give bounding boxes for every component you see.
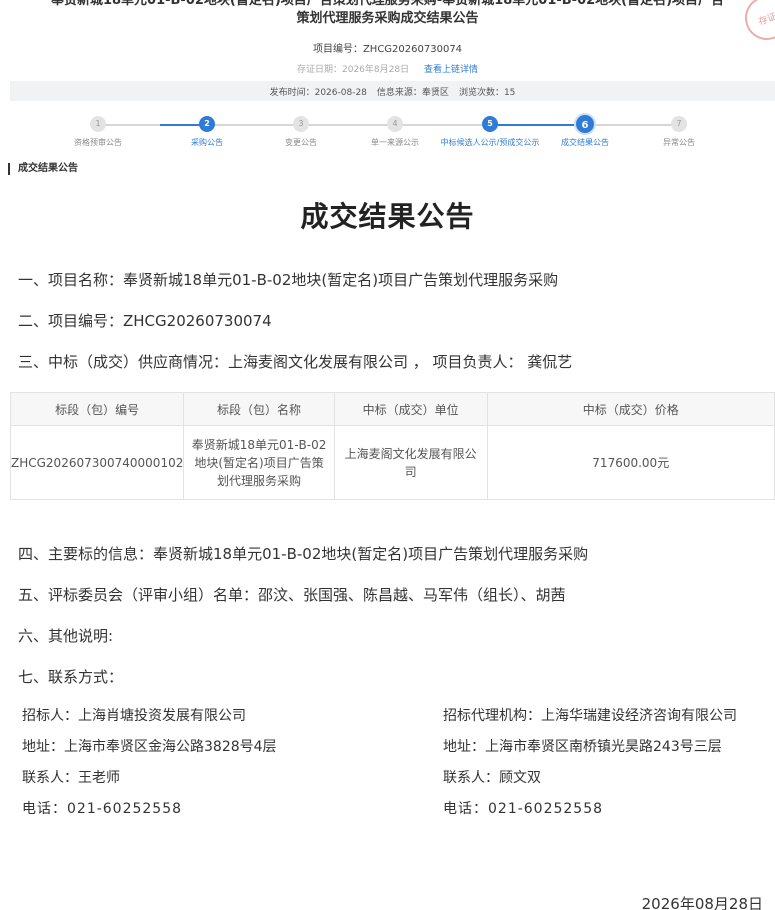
step-single-source[interactable]: 4 单一来源公示 (345, 114, 445, 148)
agency-address: 地址：上海市奉贤区南桥镇光昊路243号三层 (443, 739, 722, 755)
item-contact: 七、联系方式： (18, 668, 124, 686)
info-bar: 发布时间：2026-08-28 信息来源：奉贤区 浏览次数：15 (10, 81, 775, 101)
agency-name: 招标代理机构：上海华瑞建设经济咨询有限公司 (443, 708, 737, 724)
tenderer-phone: 电话：021-60252558 (22, 801, 183, 817)
evidence-row: 存证日期：2026年8月28日 查看上链详情 (0, 62, 775, 75)
step-candidate[interactable]: 5 中标候选人公示/预成交公示 (440, 114, 540, 148)
tenderer-person: 联系人：王老师 (22, 770, 120, 786)
tenderer-name: 招标人：上海肖塘投资发展有限公司 (22, 708, 246, 724)
notice-title-line2: 策划代理服务采购成交结果公告 (296, 11, 479, 26)
item-main-subject: 四、主要标的信息：奉贤新城18单元01-B-02地块(暂定名)项目广告策划代理服… (18, 545, 589, 563)
table-cell: 717600.00元 (486, 425, 775, 500)
notice-title-line1: 奉贤新城18单元01-B-02地块(暂定名)项目广告策划代理服务采购-奉贤新城1… (50, 0, 725, 8)
agency-phone: 电话：021-60252558 (443, 801, 604, 817)
doc-title: 成交结果公告 (300, 200, 475, 233)
item-supplier: 三、中标（成交）供应商情况：上海麦阁文化发展有限公司 ， 项目负责人： 龚侃艺 (18, 353, 573, 371)
step-exception[interactable]: 7 异常公告 (629, 114, 729, 148)
step-result[interactable]: 6 成交结果公告 (535, 113, 635, 148)
section-label: 成交结果公告 (8, 163, 78, 175)
project-code: 项目编号：ZHCG20260730074 (312, 44, 463, 55)
step-prequal[interactable]: 1 资格预审公告 (48, 114, 148, 148)
notice-date: 2026年08月28日 (641, 895, 763, 910)
item-project-name: 一、项目名称：奉贤新城18单元01-B-02地块(暂定名)项目广告策划代理服务采… (18, 271, 559, 289)
table-header: 标段（包）名称 (183, 392, 335, 426)
table-header: 中标（成交）价格 (486, 392, 775, 426)
step-change[interactable]: 3 变更公告 (251, 114, 351, 148)
progress-steps: 1 资格预审公告 2 采购公告 3 变更公告 4 单一来源公示 5 中标候选人公… (48, 113, 730, 164)
result-table: 标段（包）编号 标段（包）名称 中标（成交）单位 中标（成交）价格 ZHCG20… (9, 392, 775, 500)
table-header-row: 标段（包）编号 标段（包）名称 中标（成交）单位 中标（成交）价格 (9, 392, 775, 426)
table-row: ZHCG202607300740000102 奉贤新城18单元01-B-02地块… (9, 425, 775, 500)
tenderer-address: 地址：上海市奉贤区金海公路3828号4层 (22, 739, 277, 755)
table-header: 标段（包）编号 (9, 392, 185, 426)
table-cell: 奉贤新城18单元01-B-02地块(暂定名)项目广告策划代理服务采购 (183, 425, 335, 500)
item-committee: 五、评标委员会（评审小组）名单：邵汶、张国强、陈昌越、马军伟（组长）、胡茜 (18, 586, 566, 604)
item-other: 六、其他说明: (18, 627, 114, 645)
evidence-date: 存证日期：2026年8月28日 (297, 65, 410, 75)
agency-person: 联系人：顾文双 (443, 770, 541, 786)
agency-contact: 招标代理机构：上海华瑞建设经济咨询有限公司 地址：上海市奉贤区南桥镇光昊路243… (437, 705, 773, 820)
step-procurement[interactable]: 2 采购公告 (157, 114, 257, 148)
table-cell: ZHCG202607300740000102 (9, 425, 185, 500)
view-count: 浏览次数：15 (458, 87, 516, 98)
item-project-code: 二、项目编号：ZHCG20260730074 (18, 312, 272, 330)
publish-time: 发布时间：2026-08-28 (269, 87, 367, 98)
table-header: 中标（成交）单位 (333, 392, 488, 426)
tenderer-contact: 招标人：上海肖塘投资发展有限公司 地址：上海市奉贤区金海公路3828号4层 联系… (22, 705, 422, 820)
table-cell: 上海麦阁文化发展有限公司 (333, 425, 488, 500)
evidence-detail-link[interactable]: 查看上链详情 (424, 65, 478, 75)
notice-title: 奉贤新城18单元01-B-02地块(暂定名)项目广告策划代理服务采购-奉贤新城1… (0, 0, 775, 28)
info-source: 信息来源：奉贤区 (376, 87, 449, 98)
